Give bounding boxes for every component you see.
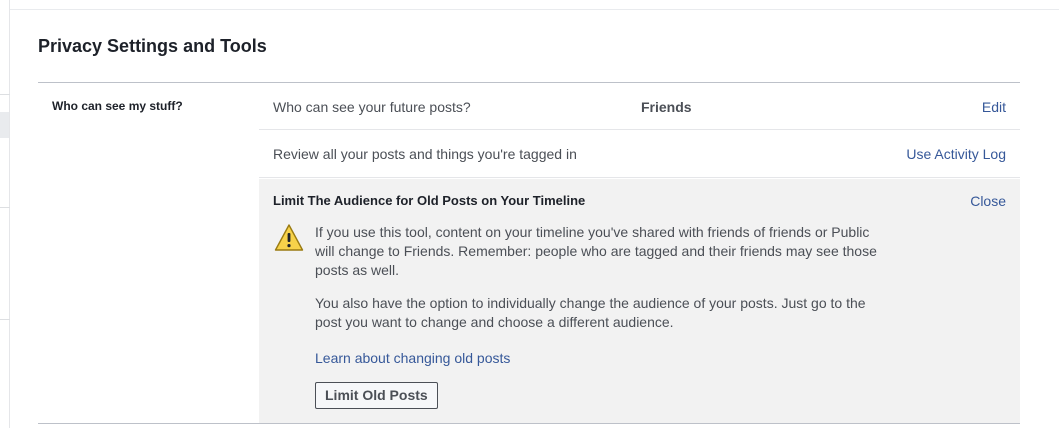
setting-value: Friends (641, 99, 692, 115)
left-frame-divider (0, 319, 10, 320)
setting-description: Review all your posts and things you're … (273, 146, 577, 162)
left-frame (0, 0, 10, 428)
left-frame-divider (0, 94, 10, 95)
page-title: Privacy Settings and Tools (38, 36, 267, 56)
bottom-divider (38, 423, 1020, 424)
left-frame-highlight (0, 112, 9, 138)
use-activity-log-link[interactable]: Use Activity Log (906, 146, 1006, 162)
top-divider (10, 9, 1059, 10)
warning-text: If you use this tool, content on your ti… (315, 224, 877, 278)
learn-about-old-posts-link[interactable]: Learn about changing old posts (315, 350, 510, 366)
setting-row-review-posts: Review all your posts and things you're … (259, 130, 1020, 178)
limit-old-posts-panel: Limit The Audience for Old Posts on Your… (259, 179, 1020, 423)
panel-heading: Limit The Audience for Old Posts on Your… (273, 193, 586, 208)
edit-link[interactable]: Edit (982, 99, 1006, 115)
left-frame-divider (0, 207, 10, 208)
section-label: Who can see my stuff? (52, 99, 183, 113)
close-link[interactable]: Close (970, 193, 1006, 209)
setting-description: Who can see your future posts? (273, 99, 471, 115)
limit-old-posts-button[interactable]: Limit Old Posts (315, 382, 438, 409)
warning-icon (274, 224, 304, 251)
setting-row-future-posts: Who can see your future posts? Friends E… (259, 83, 1020, 130)
info-text: You also have the option to individually… (315, 295, 866, 330)
